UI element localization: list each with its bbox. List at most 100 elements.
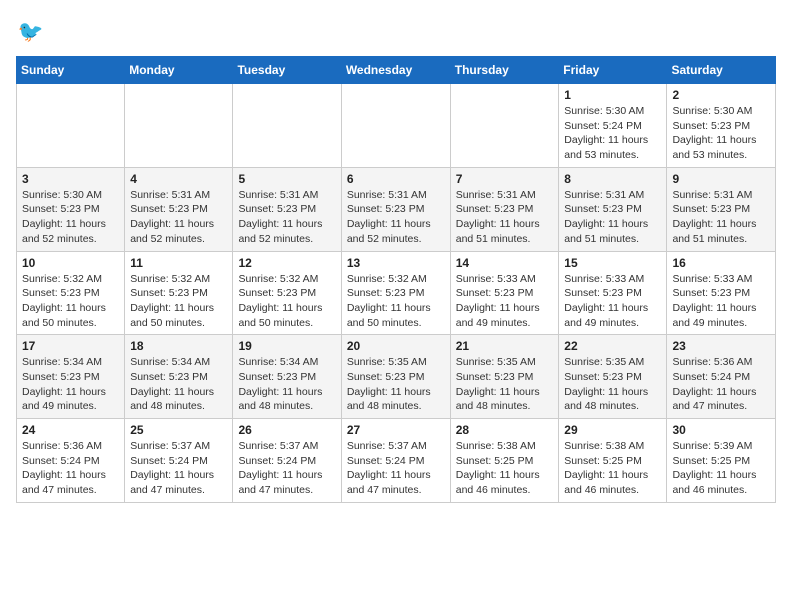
day-info: Sunrise: 5:30 AMSunset: 5:24 PMDaylight:… bbox=[564, 104, 661, 163]
calendar-cell: 24 Sunrise: 5:36 AMSunset: 5:24 PMDayligh… bbox=[17, 419, 125, 503]
calendar-cell: 3 Sunrise: 5:30 AMSunset: 5:23 PMDaylight… bbox=[17, 167, 125, 251]
day-info: Sunrise: 5:36 AMSunset: 5:24 PMDaylight:… bbox=[22, 439, 119, 498]
calendar-cell: 10 Sunrise: 5:32 AMSunset: 5:23 PMDayligh… bbox=[17, 251, 125, 335]
calendar-week-row: 24 Sunrise: 5:36 AMSunset: 5:24 PMDayligh… bbox=[17, 419, 776, 503]
day-info: Sunrise: 5:38 AMSunset: 5:25 PMDaylight:… bbox=[456, 439, 554, 498]
weekday-header-thursday: Thursday bbox=[450, 57, 559, 84]
calendar-cell: 7Sunrise: 5:31 AMSunset: 5:23 PMDaylight… bbox=[450, 167, 559, 251]
logo: 🐦 bbox=[16, 16, 52, 48]
day-number: 21 bbox=[456, 339, 554, 353]
weekday-header-sunday: Sunday bbox=[17, 57, 125, 84]
day-number: 19 bbox=[238, 339, 335, 353]
weekday-header-row: SundayMondayTuesdayWednesdayThursdayFrid… bbox=[17, 57, 776, 84]
calendar-cell: 4 Sunrise: 5:31 AMSunset: 5:23 PMDaylight… bbox=[125, 167, 233, 251]
calendar-cell bbox=[17, 84, 125, 168]
svg-text:🐦: 🐦 bbox=[18, 20, 44, 43]
day-number: 23 bbox=[672, 339, 770, 353]
day-number: 3 bbox=[22, 172, 119, 186]
calendar-table: SundayMondayTuesdayWednesdayThursdayFrid… bbox=[16, 56, 776, 503]
day-info: Sunrise: 5:37 AMSunset: 5:24 PMDaylight:… bbox=[130, 439, 227, 498]
day-info: Sunrise: 5:32 AMSunset: 5:23 PMDaylight:… bbox=[347, 272, 445, 331]
day-info: Sunrise: 5:31 AMSunset: 5:23 PMDaylight:… bbox=[130, 188, 227, 247]
day-info: Sunrise: 5:37 AMSunset: 5:24 PMDaylight:… bbox=[347, 439, 445, 498]
calendar-cell: 12 Sunrise: 5:32 AMSunset: 5:23 PMDayligh… bbox=[233, 251, 341, 335]
calendar-cell: 22 Sunrise: 5:35 AMSunset: 5:23 PMDayligh… bbox=[559, 335, 667, 419]
day-number: 22 bbox=[564, 339, 661, 353]
weekday-header-wednesday: Wednesday bbox=[341, 57, 450, 84]
day-number: 2 bbox=[672, 88, 770, 102]
day-info: Sunrise: 5:33 AMSunset: 5:23 PMDaylight:… bbox=[672, 272, 770, 331]
calendar-week-row: 3 Sunrise: 5:30 AMSunset: 5:23 PMDaylight… bbox=[17, 167, 776, 251]
day-number: 29 bbox=[564, 423, 661, 437]
day-number: 7 bbox=[456, 172, 554, 186]
day-info: Sunrise: 5:32 AMSunset: 5:23 PMDaylight:… bbox=[22, 272, 119, 331]
calendar-cell bbox=[125, 84, 233, 168]
day-number: 20 bbox=[347, 339, 445, 353]
day-number: 8 bbox=[564, 172, 661, 186]
calendar-cell: 28 Sunrise: 5:38 AMSunset: 5:25 PMDayligh… bbox=[450, 419, 559, 503]
weekday-header-saturday: Saturday bbox=[667, 57, 776, 84]
day-number: 6 bbox=[347, 172, 445, 186]
calendar-cell: 16 Sunrise: 5:33 AMSunset: 5:23 PMDayligh… bbox=[667, 251, 776, 335]
day-info: Sunrise: 5:36 AMSunset: 5:24 PMDaylight:… bbox=[672, 355, 770, 414]
calendar-cell: 8 Sunrise: 5:31 AMSunset: 5:23 PMDaylight… bbox=[559, 167, 667, 251]
day-number: 13 bbox=[347, 256, 445, 270]
calendar-week-row: 17 Sunrise: 5:34 AMSunset: 5:23 PMDayligh… bbox=[17, 335, 776, 419]
calendar-cell: 30Sunrise: 5:39 AMSunset: 5:25 PMDayligh… bbox=[667, 419, 776, 503]
day-number: 27 bbox=[347, 423, 445, 437]
day-number: 11 bbox=[130, 256, 227, 270]
calendar-cell: 9Sunrise: 5:31 AMSunset: 5:23 PMDaylight… bbox=[667, 167, 776, 251]
calendar-cell: 19 Sunrise: 5:34 AMSunset: 5:23 PMDayligh… bbox=[233, 335, 341, 419]
weekday-header-monday: Monday bbox=[125, 57, 233, 84]
day-number: 30 bbox=[672, 423, 770, 437]
calendar-cell: 20 Sunrise: 5:35 AMSunset: 5:23 PMDayligh… bbox=[341, 335, 450, 419]
day-info: Sunrise: 5:38 AMSunset: 5:25 PMDaylight:… bbox=[564, 439, 661, 498]
calendar-cell bbox=[450, 84, 559, 168]
page-header: 🐦 bbox=[16, 16, 776, 48]
day-info: Sunrise: 5:37 AMSunset: 5:24 PMDaylight:… bbox=[238, 439, 335, 498]
calendar-cell: 23 Sunrise: 5:36 AMSunset: 5:24 PMDayligh… bbox=[667, 335, 776, 419]
day-number: 1 bbox=[564, 88, 661, 102]
day-number: 10 bbox=[22, 256, 119, 270]
calendar-cell: 2 Sunrise: 5:30 AMSunset: 5:23 PMDaylight… bbox=[667, 84, 776, 168]
calendar-cell: 14Sunrise: 5:33 AMSunset: 5:23 PMDayligh… bbox=[450, 251, 559, 335]
calendar-cell: 25 Sunrise: 5:37 AMSunset: 5:24 PMDayligh… bbox=[125, 419, 233, 503]
day-info: Sunrise: 5:31 AMSunset: 5:23 PMDaylight:… bbox=[347, 188, 445, 247]
weekday-header-friday: Friday bbox=[559, 57, 667, 84]
day-info: Sunrise: 5:30 AMSunset: 5:23 PMDaylight:… bbox=[672, 104, 770, 163]
day-number: 12 bbox=[238, 256, 335, 270]
day-info: Sunrise: 5:35 AMSunset: 5:23 PMDaylight:… bbox=[347, 355, 445, 414]
calendar-cell: 11 Sunrise: 5:32 AMSunset: 5:23 PMDayligh… bbox=[125, 251, 233, 335]
day-info: Sunrise: 5:34 AMSunset: 5:23 PMDaylight:… bbox=[130, 355, 227, 414]
calendar-cell: 5 Sunrise: 5:31 AMSunset: 5:23 PMDaylight… bbox=[233, 167, 341, 251]
day-info: Sunrise: 5:32 AMSunset: 5:23 PMDaylight:… bbox=[130, 272, 227, 331]
day-info: Sunrise: 5:34 AMSunset: 5:23 PMDaylight:… bbox=[238, 355, 335, 414]
day-number: 5 bbox=[238, 172, 335, 186]
calendar-cell: 13 Sunrise: 5:32 AMSunset: 5:23 PMDayligh… bbox=[341, 251, 450, 335]
day-number: 9 bbox=[672, 172, 770, 186]
day-number: 16 bbox=[672, 256, 770, 270]
day-number: 15 bbox=[564, 256, 661, 270]
day-number: 26 bbox=[238, 423, 335, 437]
calendar-week-row: 10 Sunrise: 5:32 AMSunset: 5:23 PMDayligh… bbox=[17, 251, 776, 335]
day-number: 4 bbox=[130, 172, 227, 186]
day-number: 25 bbox=[130, 423, 227, 437]
calendar-cell bbox=[233, 84, 341, 168]
day-number: 28 bbox=[456, 423, 554, 437]
day-info: Sunrise: 5:35 AMSunset: 5:23 PMDaylight:… bbox=[564, 355, 661, 414]
day-info: Sunrise: 5:33 AMSunset: 5:23 PMDaylight:… bbox=[564, 272, 661, 331]
day-info: Sunrise: 5:35 AMSunset: 5:23 PMDaylight:… bbox=[456, 355, 554, 414]
day-info: Sunrise: 5:32 AMSunset: 5:23 PMDaylight:… bbox=[238, 272, 335, 331]
day-number: 17 bbox=[22, 339, 119, 353]
calendar-cell: 29 Sunrise: 5:38 AMSunset: 5:25 PMDayligh… bbox=[559, 419, 667, 503]
day-info: Sunrise: 5:31 AMSunset: 5:23 PMDaylight:… bbox=[564, 188, 661, 247]
day-number: 24 bbox=[22, 423, 119, 437]
calendar-cell: 26 Sunrise: 5:37 AMSunset: 5:24 PMDayligh… bbox=[233, 419, 341, 503]
day-info: Sunrise: 5:30 AMSunset: 5:23 PMDaylight:… bbox=[22, 188, 119, 247]
day-info: Sunrise: 5:33 AMSunset: 5:23 PMDaylight:… bbox=[456, 272, 554, 331]
logo-icon: 🐦 bbox=[16, 16, 48, 48]
calendar-cell: 6 Sunrise: 5:31 AMSunset: 5:23 PMDaylight… bbox=[341, 167, 450, 251]
calendar-cell: 1 Sunrise: 5:30 AMSunset: 5:24 PMDaylight… bbox=[559, 84, 667, 168]
calendar-cell: 17Sunrise: 5:34 AMSunset: 5:23 PMDayligh… bbox=[17, 335, 125, 419]
day-info: Sunrise: 5:31 AMSunset: 5:23 PMDaylight:… bbox=[238, 188, 335, 247]
